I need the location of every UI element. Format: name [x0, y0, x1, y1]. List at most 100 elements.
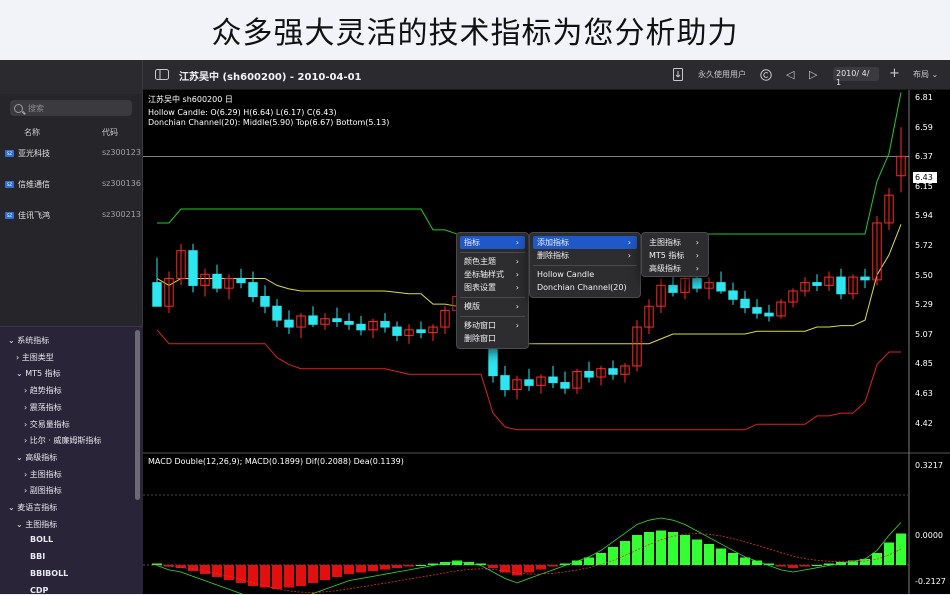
tree-item[interactable]: BBI — [30, 552, 45, 561]
menu-item[interactable]: 主图指标 › — [645, 236, 705, 249]
menu-item[interactable]: 模版 › — [460, 300, 525, 313]
macd-bar — [547, 565, 559, 567]
copyright-icon[interactable] — [760, 69, 772, 81]
macd-bar — [691, 539, 703, 565]
menu-item[interactable]: 图表设置 › — [460, 281, 525, 294]
next-icon[interactable]: ▷ — [809, 68, 817, 81]
column-header-code[interactable]: 代码 — [102, 127, 118, 138]
stock-list-item[interactable]: SZ 亚光科技 sz300123 — [0, 147, 143, 161]
macd-axis-label: 0.0000 — [915, 531, 943, 540]
stock-name: 佳讯飞鸿 — [18, 211, 50, 220]
menu-item-label: 添加指标 — [537, 238, 569, 247]
menu-separator — [460, 252, 525, 253]
macd-bar — [199, 565, 211, 574]
tree-item[interactable]: › 趋势指标 — [24, 385, 62, 396]
chevron-right-icon: › — [695, 238, 699, 247]
macd-bar — [211, 565, 223, 577]
tree-item[interactable]: CDP — [30, 586, 48, 595]
menu-item[interactable]: 添加指标 › — [533, 236, 637, 249]
chart-canvas[interactable] — [143, 90, 950, 594]
banner-text: 众多强大灵活的技术指标为您分析助力 — [211, 16, 739, 51]
menu-item[interactable]: 坐标轴样式 › — [460, 268, 525, 281]
candle-body — [500, 375, 510, 391]
menu-item-label: 删除窗口 — [464, 334, 496, 343]
donchian-info: Donchian Channel(20): Middle(5.90) Top(6… — [148, 118, 390, 127]
candle-body — [524, 379, 534, 386]
macd-bar — [655, 530, 667, 565]
menu-item[interactable]: 删除指标 › — [533, 249, 637, 262]
menu-item-label: 指标 — [464, 238, 480, 247]
menu-item-label: 模版 — [464, 302, 480, 311]
menu-item[interactable]: 移动窗口 › — [460, 319, 525, 332]
chevron-right-icon: › — [515, 283, 519, 292]
chart-area[interactable]: 江苏吴中 sh600200 日 Hollow Candle: O(6.29) H… — [143, 90, 950, 594]
market-badge: SZ — [5, 150, 14, 157]
tree-item[interactable]: BOLL — [30, 535, 53, 544]
macd-bar — [511, 565, 523, 576]
column-header-name[interactable]: 名称 — [24, 127, 40, 138]
macd-bar — [343, 565, 355, 574]
menu-item[interactable]: MT5 指标 › — [645, 249, 705, 262]
stock-list-item[interactable]: SZ 佳讯飞鸿 sz300213 — [0, 209, 143, 223]
macd-bar — [307, 565, 319, 583]
macd-bar — [619, 541, 631, 565]
candle-body — [752, 307, 762, 314]
prev-icon[interactable]: ◁ — [786, 68, 794, 81]
candle-body — [608, 368, 618, 375]
tree-item[interactable]: ⌄ 主图指标 — [16, 519, 57, 530]
candle-body — [764, 312, 774, 317]
candle-body — [356, 323, 366, 331]
price-axis-label: 5.50 — [915, 270, 933, 280]
add-icon[interactable]: + — [889, 66, 900, 81]
macd-bar — [595, 553, 607, 565]
tree-item[interactable]: › 主图指标 — [24, 469, 62, 480]
export-icon[interactable] — [673, 68, 683, 81]
macd-bar — [523, 565, 535, 573]
tree-item[interactable]: › 震荡指标 — [24, 402, 62, 413]
price-axis-label: 6.15 — [915, 181, 933, 191]
menu-item[interactable]: Hollow Candle — [533, 268, 637, 281]
tree-item[interactable]: BBIBOLL — [30, 569, 68, 578]
user-status[interactable]: 永久使用用户 — [698, 69, 746, 80]
stock-list-item[interactable]: SZ 信维通信 sz300136 — [0, 178, 143, 192]
tree-item[interactable]: › 主图类型 — [16, 352, 54, 363]
tree-item[interactable]: › 比尔 · 威廉姆斯指标 — [24, 435, 101, 446]
tree-item[interactable]: ⌄ 高级指标 — [16, 452, 57, 463]
menu-item-label: Hollow Candle — [537, 270, 595, 279]
layout-button[interactable]: 布局 ⌄ — [913, 69, 938, 80]
price-axis-label: 5.29 — [915, 300, 933, 310]
menu-item-label: 移动窗口 — [464, 321, 496, 330]
menu-item[interactable]: 删除窗口 — [460, 332, 525, 345]
sidebar-toggle-icon[interactable] — [155, 69, 169, 80]
candle-body — [152, 282, 162, 307]
date-picker[interactable]: 2010/ 4/ 1 — [833, 67, 879, 87]
macd-bar — [331, 565, 343, 577]
menu-item[interactable]: Donchian Channel(20) — [533, 281, 637, 294]
tree-item[interactable]: › 副图指标 — [24, 485, 62, 496]
price-axis-label: 5.72 — [915, 241, 933, 250]
search-icon — [14, 103, 23, 113]
candle-body — [416, 329, 426, 334]
candle-body — [260, 296, 270, 307]
tree-item[interactable]: › 交易量指标 — [24, 419, 70, 430]
menu-item-label: 删除指标 — [537, 251, 569, 260]
menu-item[interactable]: 颜色主题 › — [460, 255, 525, 268]
tree-item[interactable]: ⌄ 麦语言指标 — [8, 502, 57, 513]
tree-item[interactable]: ⌄ 系统指标 — [8, 335, 49, 346]
macd-bar — [643, 532, 655, 565]
price-axis-label: 6.81 — [915, 93, 933, 102]
macd-bar — [223, 565, 235, 580]
stock-code: sz300123 — [102, 148, 141, 157]
macd-bar — [499, 565, 511, 573]
context-menu-add-indicator: 主图指标 › MT5 指标 › 高级指标 › — [641, 232, 709, 277]
tree-item[interactable]: ⌄ MT5 指标 — [16, 368, 61, 379]
macd-bar — [367, 565, 379, 571]
search-input[interactable]: 搜索 — [10, 100, 132, 116]
candle-body — [248, 282, 258, 298]
chevron-right-icon: › — [515, 270, 519, 279]
macd-axis-label: 0.3217 — [915, 461, 943, 470]
menu-item[interactable]: 指标 › — [460, 236, 525, 249]
menu-item[interactable]: 高级指标 › — [645, 262, 705, 275]
tree-scrollbar[interactable] — [135, 330, 140, 500]
menu-item-label: 主图指标 — [649, 238, 681, 247]
